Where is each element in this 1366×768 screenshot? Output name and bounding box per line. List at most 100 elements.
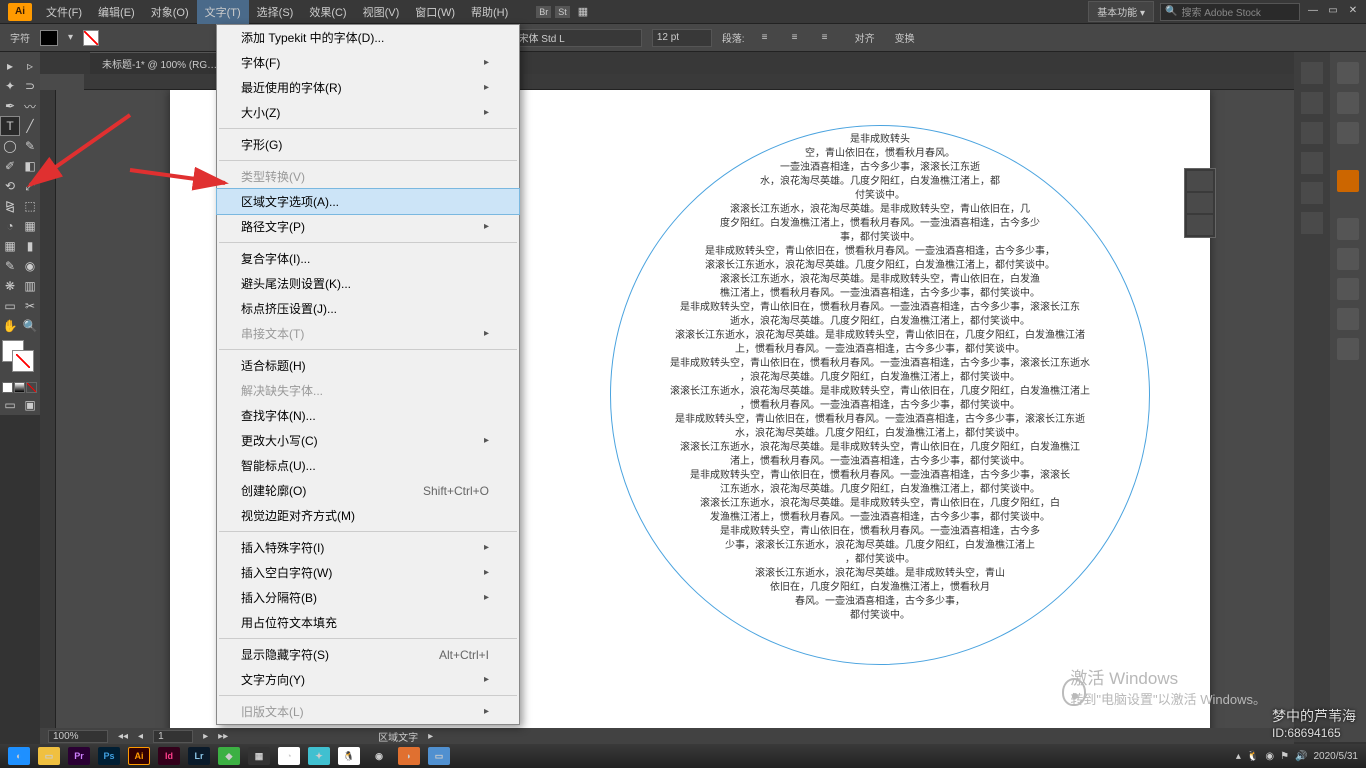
taskbar-app[interactable]: ◗ xyxy=(398,747,420,765)
shaper-tool[interactable]: ✐ xyxy=(0,156,20,176)
menu-item[interactable]: 添加 Typekit 中的字体(D)... xyxy=(217,25,519,50)
fill-stroke-swatches[interactable] xyxy=(2,340,38,376)
menu-效果[interactable]: 效果(C) xyxy=(301,0,354,24)
screen-mode-normal[interactable]: ▭ xyxy=(0,395,20,415)
magic-wand-tool[interactable]: ✦ xyxy=(0,76,20,96)
panel-icon[interactable] xyxy=(1301,152,1323,174)
panel-icon[interactable] xyxy=(1301,122,1323,144)
taskbar-app[interactable]: ✦ xyxy=(308,747,330,765)
tray-volume-icon[interactable]: 🔊 xyxy=(1295,751,1307,762)
tray-icon[interactable]: ⚑ xyxy=(1280,751,1289,762)
dropdown-icon[interactable]: ▾ xyxy=(68,32,73,43)
tray-icon[interactable]: ◉ xyxy=(1265,751,1274,762)
rotate-tool[interactable]: ⟲ xyxy=(0,176,20,196)
menu-帮助[interactable]: 帮助(H) xyxy=(463,0,516,24)
shape-builder-tool[interactable]: ◔ xyxy=(0,216,20,236)
menu-item[interactable]: 大小(Z) xyxy=(217,100,519,125)
panel-icon[interactable] xyxy=(1337,122,1359,144)
artboard-nav-next[interactable]: ▸▸ xyxy=(218,731,228,742)
hand-tool[interactable]: ✋ xyxy=(0,316,20,336)
width-tool[interactable]: ⧎ xyxy=(0,196,20,216)
blend-tool[interactable]: ◉ xyxy=(20,256,40,276)
mesh-tool[interactable]: ▦ xyxy=(0,236,20,256)
close-icon[interactable]: ✕ xyxy=(1346,5,1360,19)
align-left-icon[interactable]: ≡ xyxy=(755,29,775,47)
eyedropper-tool[interactable]: ✎ xyxy=(0,256,20,276)
stock-search[interactable]: 🔍 搜索 Adobe Stock xyxy=(1160,3,1300,21)
panel-item[interactable] xyxy=(1187,193,1213,213)
panel-icon[interactable] xyxy=(1337,62,1359,84)
menu-文件[interactable]: 文件(F) xyxy=(38,0,90,24)
screen-mode-full[interactable]: ▣ xyxy=(20,395,40,415)
menu-item[interactable]: 复合字体(I)... xyxy=(217,246,519,271)
menu-item[interactable]: 文字方向(Y) xyxy=(217,667,519,692)
taskbar-qq[interactable]: 🐧 xyxy=(338,747,360,765)
align-right-icon[interactable]: ≡ xyxy=(815,29,835,47)
artboard-nav-next1[interactable]: ▸ xyxy=(203,731,208,742)
menu-item[interactable]: 创建轮廓(O)Shift+Ctrl+O xyxy=(217,478,519,503)
stroke-swatch[interactable] xyxy=(83,30,99,46)
perspective-tool[interactable]: ▦ xyxy=(20,216,40,236)
menu-窗口[interactable]: 窗口(W) xyxy=(407,0,463,24)
menu-item[interactable]: 最近使用的字体(R) xyxy=(217,75,519,100)
panel-icon[interactable] xyxy=(1301,92,1323,114)
zoom-level[interactable]: 100% xyxy=(48,730,108,743)
type-tool[interactable]: T xyxy=(0,116,20,136)
paintbrush-tool[interactable]: ✎ xyxy=(20,136,40,156)
menu-item[interactable]: 视觉边距对齐方式(M) xyxy=(217,503,519,528)
rectangle-tool[interactable]: ◯ xyxy=(0,136,20,156)
font-size-select[interactable]: 12 pt xyxy=(652,29,712,47)
panel-icon[interactable] xyxy=(1337,248,1359,270)
panel-icon[interactable] xyxy=(1301,182,1323,204)
eraser-tool[interactable]: ◧ xyxy=(20,156,40,176)
status-arrow-icon[interactable]: ▸ xyxy=(428,731,433,742)
menu-item[interactable]: 插入空白字符(W) xyxy=(217,560,519,585)
artboard-number[interactable]: 1 xyxy=(153,730,193,743)
tray-date[interactable]: 2020/5/31 xyxy=(1314,751,1359,762)
menu-视图[interactable]: 视图(V) xyxy=(355,0,408,24)
slice-tool[interactable]: ✂ xyxy=(20,296,40,316)
menu-item[interactable]: 区域文字选项(A)... xyxy=(216,188,520,215)
lasso-tool[interactable]: ⊃ xyxy=(20,76,40,96)
taskbar-explorer[interactable]: ▭ xyxy=(38,747,60,765)
curvature-tool[interactable]: 〰 xyxy=(20,96,40,116)
scale-tool[interactable]: ⤢ xyxy=(20,176,40,196)
taskbar-photoshop[interactable]: Ps xyxy=(98,747,120,765)
taskbar-app[interactable]: ▦ xyxy=(248,747,270,765)
menu-item[interactable]: 避头尾法则设置(K)... xyxy=(217,271,519,296)
tray-icon[interactable]: ▴ xyxy=(1236,751,1241,762)
menu-文字[interactable]: 文字(T) xyxy=(197,0,249,24)
taskbar-illustrator[interactable]: Ai xyxy=(128,747,150,765)
taskbar-app[interactable]: ◆ xyxy=(218,747,240,765)
taskbar-premiere[interactable]: Pr xyxy=(68,747,90,765)
artboard-nav-prev[interactable]: ◂◂ xyxy=(118,731,128,742)
menu-item[interactable]: 字形(G) xyxy=(217,132,519,157)
tray-qq-icon[interactable]: 🐧 xyxy=(1247,751,1259,762)
panel-icon[interactable] xyxy=(1301,212,1323,234)
zoom-tool[interactable]: 🔍 xyxy=(20,316,40,336)
menu-item[interactable]: 标点挤压设置(J)... xyxy=(217,296,519,321)
panel-icon[interactable] xyxy=(1337,308,1359,330)
taskbar-app[interactable]: ◔ xyxy=(278,747,300,765)
floating-panel[interactable] xyxy=(1184,168,1216,238)
menu-item[interactable]: 用占位符文本填充 xyxy=(217,610,519,635)
transform-label[interactable]: 变换 xyxy=(895,30,915,45)
taskbar-indesign[interactable]: Id xyxy=(158,747,180,765)
maximize-icon[interactable]: ▭ xyxy=(1326,5,1340,19)
symbol-sprayer-tool[interactable]: ❋ xyxy=(0,276,20,296)
menu-编辑[interactable]: 编辑(E) xyxy=(90,0,143,24)
panel-icon[interactable] xyxy=(1337,338,1359,360)
document-tab[interactable]: 未标题-1* @ 100% (RG… xyxy=(90,52,229,74)
minimize-icon[interactable]: — xyxy=(1306,5,1320,19)
selection-tool[interactable]: ▸ xyxy=(0,56,20,76)
menu-item[interactable]: 查找字体(N)... xyxy=(217,403,519,428)
align-center-icon[interactable]: ≡ xyxy=(785,29,805,47)
bridge-icon[interactable]: Br xyxy=(536,6,551,18)
taskbar-app[interactable]: ▭ xyxy=(428,747,450,765)
artboard-tool[interactable]: ▭ xyxy=(0,296,20,316)
arrange-icon[interactable]: ▦ xyxy=(578,5,588,18)
menu-选择[interactable]: 选择(S) xyxy=(249,0,302,24)
direct-selection-tool[interactable]: ▹ xyxy=(20,56,40,76)
menu-item[interactable]: 路径文字(P) xyxy=(217,214,519,239)
menu-item[interactable]: 插入特殊字符(I) xyxy=(217,535,519,560)
